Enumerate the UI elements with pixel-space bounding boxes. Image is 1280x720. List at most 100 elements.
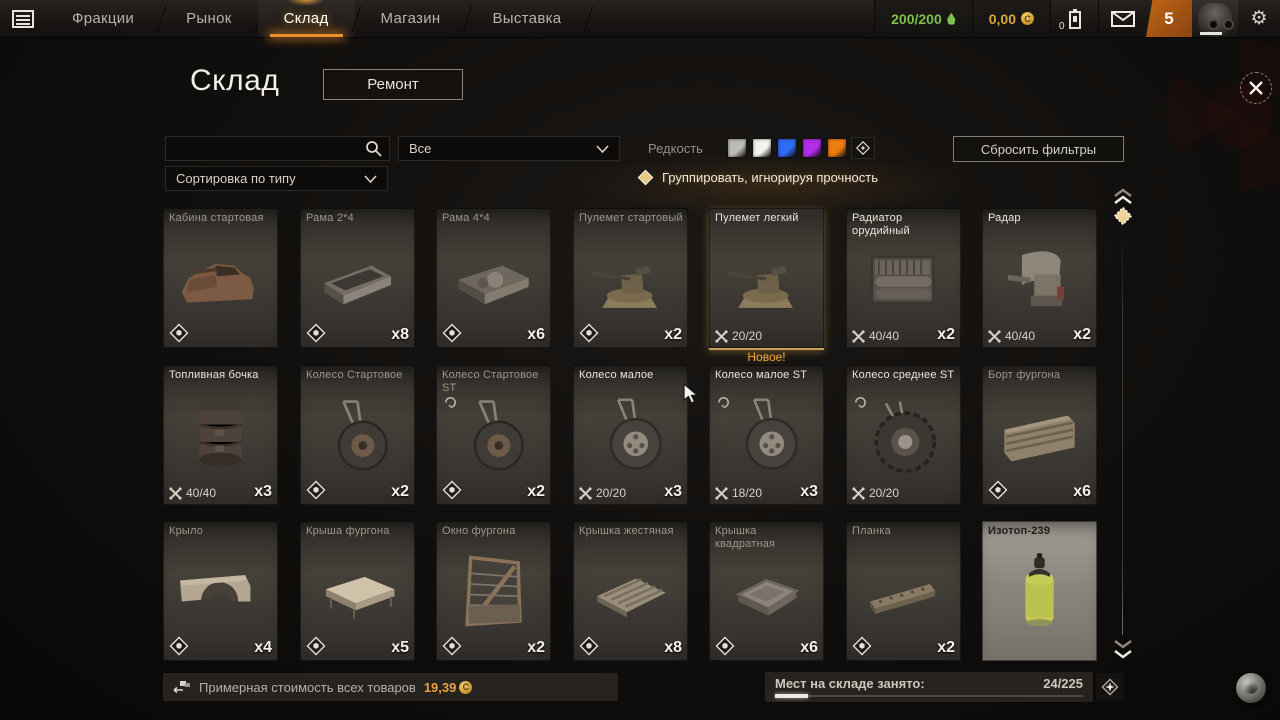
tab-storage[interactable]: Склад [258,0,355,37]
item-card[interactable]: Окно фургонаx2 [436,521,551,661]
coin-resource[interactable]: 0,00 C [972,0,1050,37]
item-count: x2 [937,326,955,344]
durability-value: 40/40 [186,486,216,500]
durability-value: 40/40 [869,329,899,343]
player-avatar[interactable] [1192,0,1238,37]
scroll-down-indicator[interactable] [1108,638,1138,669]
repair-button[interactable]: Ремонт [323,69,463,100]
item-card[interactable]: Рама 2*4x8 [300,208,415,348]
tab-factions[interactable]: Фракции [46,0,160,37]
tab-exhibition[interactable]: Выставка [466,0,587,37]
item-card[interactable]: Радиатор орудийный40/40x2 [846,208,961,348]
durability-wrench-icon [988,330,1001,343]
item-rarity [442,323,462,343]
item-rarity [306,323,326,343]
hamburger-icon [12,10,34,28]
durability-value: 20/20 [869,486,899,500]
tab-shop[interactable]: Магазин [355,0,467,37]
rarity-swatch-0[interactable] [726,137,748,159]
reset-filters-button[interactable]: Сбросить фильтры [953,136,1124,162]
item-image [171,234,270,322]
item-card[interactable]: Колесо малое ST18/20x3 [709,365,824,505]
category-dropdown[interactable]: Все [398,136,620,161]
fuel-amount: 200/200 [891,11,942,27]
item-image [854,391,953,479]
item-image-wrap [444,234,543,322]
item-card[interactable]: Колесо малое20/20x3 [573,365,688,505]
rarity-swatch-4[interactable] [826,137,848,159]
item-name: Пулемет стартовый [579,212,684,225]
rarity-swatch-2[interactable] [776,137,798,159]
item-card[interactable]: Кабина стартовая [163,208,278,348]
item-card[interactable]: Рама 4*4x6 [436,208,551,348]
item-count: x2 [527,483,545,501]
item-count: x6 [800,639,818,657]
rarity-diamond-icon [988,480,1008,500]
item-card[interactable]: Пулемет стартовыйx2 [573,208,688,348]
item-name: Колесо малое ST [715,369,820,382]
fuel-icon [947,13,956,25]
rarity-swatch-relic[interactable] [851,137,875,159]
diamond-star-icon [1101,678,1119,696]
item-card[interactable]: Крылоx4 [163,521,278,661]
fuel-resource[interactable]: 200/200 [874,0,972,37]
item-card[interactable]: Борт фургонаx6 [982,365,1097,505]
rarity-swatch-3[interactable] [801,137,823,159]
item-count: x3 [664,483,682,501]
item-card[interactable]: Топливная бочка40/40x3 [163,365,278,505]
item-card[interactable]: Колесо среднее ST20/20 [846,365,961,505]
item-name: Радар [988,212,1093,225]
scroll-up-indicator[interactable] [1108,188,1138,235]
chevron-down-double-icon [1111,638,1135,664]
item-name: Борт фургона [988,369,1093,382]
item-card[interactable]: Колесо Стартовоеx2 [300,365,415,505]
item-card[interactable]: Колесо Стартовое STx2 [436,365,551,505]
item-durability: 18/20 [715,486,762,500]
storage-capacity-bar: Мест на складе занято: 24/225 [765,672,1093,702]
item-name: Топливная бочка [169,369,274,382]
battery-count: 0 [1059,21,1065,32]
durability-wrench-icon [852,487,865,500]
item-rarity [306,636,326,656]
storage-expand-button[interactable] [1096,673,1124,701]
notification-badge[interactable]: 5 [1146,0,1192,37]
item-name: Рама 2*4 [306,212,411,225]
avatar-progress [1200,32,1222,35]
item-card[interactable]: Крышка квадратнаяx6 [709,521,824,661]
settings-button[interactable]: ⚙ [1238,0,1280,37]
item-image [854,234,953,322]
nav-tabs: ФракцииРынокСкладМагазинВыставка [46,0,587,37]
item-count: x8 [664,639,682,657]
item-image-wrap [444,547,543,635]
main-menu-icon[interactable] [0,0,46,37]
item-image-wrap [308,234,407,322]
storage-progress-fill [775,694,808,698]
item-name: Крыша фургона [306,525,411,538]
item-durability: 20/20 [715,329,762,343]
item-rarity [442,636,462,656]
mail-button[interactable] [1098,0,1146,37]
search-icon[interactable] [365,140,382,157]
item-card[interactable]: Изотоп-239 [982,521,1097,661]
item-card[interactable]: Крыша фургонаx5 [300,521,415,661]
item-image [717,391,816,479]
top-navigation-bar: ФракцииРынокСкладМагазинВыставка 200/200… [0,0,1280,38]
item-card[interactable]: Крышка жестянаяx8 [573,521,688,661]
scrollbar-track[interactable] [1122,235,1123,635]
rarity-swatch-1[interactable] [751,137,773,159]
sort-dropdown[interactable]: Сортировка по типу [165,166,388,191]
rarity-diamond-icon [442,636,462,656]
item-image [444,547,543,635]
item-card[interactable]: Пулемет легкий20/20 [709,208,824,348]
item-card[interactable]: Планкаx2 [846,521,961,661]
item-image-wrap [171,547,270,635]
battery-indicator[interactable]: 0 [1050,0,1098,37]
item-image-wrap [854,391,953,479]
tab-market[interactable]: Рынок [160,0,257,37]
rarity-diamond-icon [442,480,462,500]
item-image-wrap [854,547,953,635]
close-button[interactable] [1240,72,1272,104]
group-toggle[interactable]: Группировать, игнорируя прочность [637,169,878,186]
search-input[interactable] [166,141,365,156]
item-card[interactable]: Радар40/40x2 [982,208,1097,348]
